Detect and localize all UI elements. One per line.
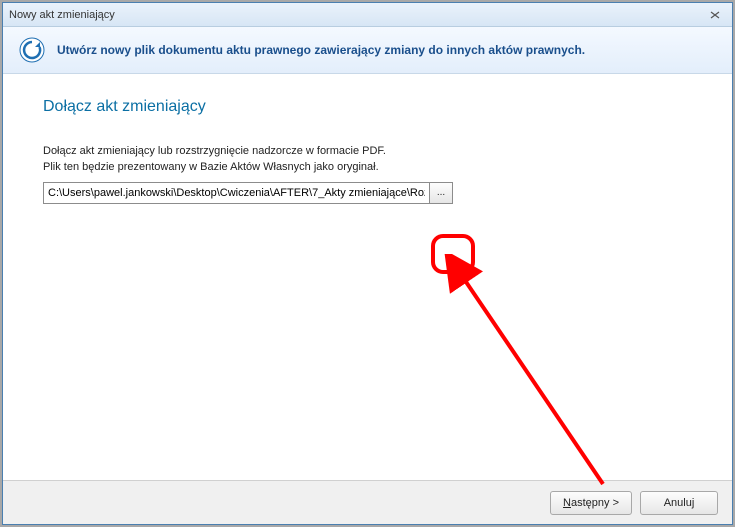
file-path-row: ... (43, 182, 453, 204)
titlebar: Nowy akt zmieniający (3, 3, 732, 27)
cancel-button[interactable]: Anuluj (640, 491, 718, 515)
close-button[interactable] (704, 7, 726, 23)
refresh-icon (19, 37, 45, 63)
wizard-window: Nowy akt zmieniający Utwórz nowy plik do… (2, 2, 733, 525)
annotation-arrow (303, 254, 623, 494)
annotation-highlight-circle (431, 234, 475, 274)
close-icon (710, 11, 720, 19)
file-path-input[interactable] (43, 182, 429, 204)
page-heading: Dołącz akt zmieniający (43, 98, 692, 116)
button-bar: Następny > Anuluj (3, 480, 732, 524)
description-line-1: Dołącz akt zmieniający lub rozstrzygnięc… (43, 144, 692, 160)
next-button[interactable]: Następny > (550, 491, 632, 515)
description-line-2: Plik ten będzie prezentowany w Bazie Akt… (43, 160, 692, 176)
banner-text: Utwórz nowy plik dokumentu aktu prawnego… (57, 43, 585, 57)
wizard-page: Dołącz akt zmieniający Dołącz akt zmieni… (3, 74, 732, 480)
cancel-button-label: Anuluj (664, 497, 695, 509)
window-title: Nowy akt zmieniający (9, 9, 704, 21)
banner: Utwórz nowy plik dokumentu aktu prawnego… (3, 27, 732, 74)
next-button-label: Następny > (563, 497, 619, 509)
browse-button[interactable]: ... (429, 182, 453, 204)
